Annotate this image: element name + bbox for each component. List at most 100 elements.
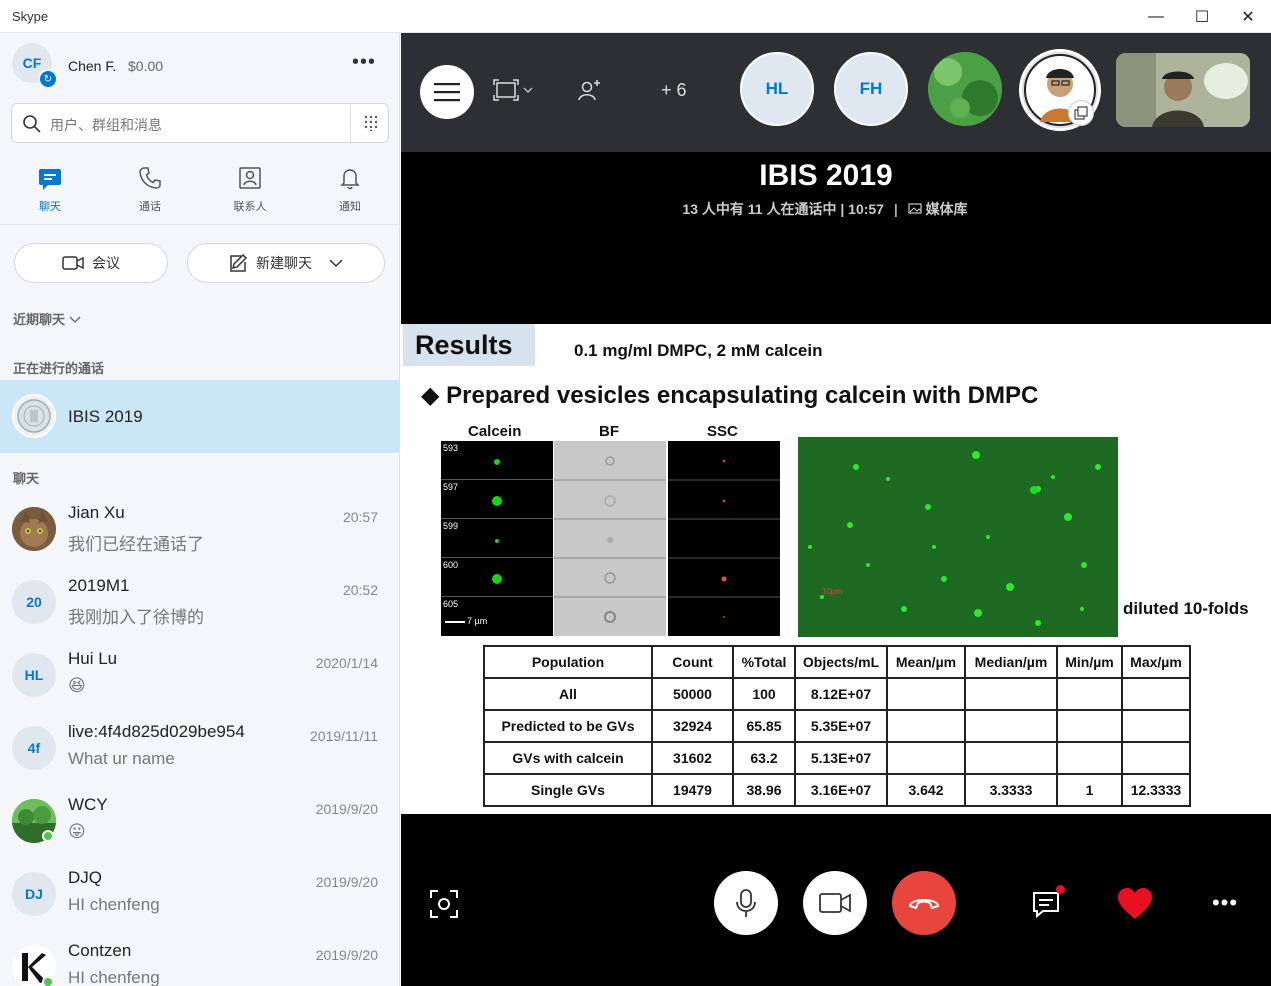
chat-preview: HI chenfeng [68, 968, 160, 986]
col-header-ssc: SSC [707, 423, 738, 440]
chat-name: Contzen [68, 941, 132, 960]
row-id: 600 [443, 560, 459, 570]
chat-list-item[interactable]: DJ DJQ HI chenfeng 2019/9/20 [0, 858, 399, 931]
results-table: Population Count %Total Objects/mL Mean/… [483, 645, 1191, 807]
meeting-button[interactable]: 会议 [14, 243, 168, 283]
chat-list-item[interactable]: Contzen HI chenfeng 2019/9/20 [0, 931, 399, 986]
table-cell [886, 741, 966, 775]
media-library-link[interactable]: 媒体库 [908, 201, 968, 217]
chevron-down-icon [329, 259, 343, 268]
group-avatar [12, 394, 56, 438]
chat-preview: What ur name [68, 749, 175, 768]
chat-list-item[interactable]: 20 2019M1 我刚加入了徐博的 20:52 [0, 566, 399, 639]
profile-balance[interactable]: $0.00 [128, 58, 163, 74]
cat-avatar [12, 507, 56, 551]
chat-toggle-button[interactable] [1029, 885, 1065, 921]
micrograph-scale-label: 10µm [822, 587, 843, 596]
more-participants-count[interactable]: + 6 [661, 73, 687, 107]
active-call-name: IBIS 2019 [68, 407, 143, 426]
slide-results-label: Results [403, 324, 535, 366]
chat-preview: 我刚加入了徐博的 [68, 608, 204, 627]
chat-name: Jian Xu [68, 503, 125, 522]
more-options-icon[interactable]: ••• [1205, 890, 1245, 915]
bf-image-panel [554, 441, 666, 636]
row-id: 597 [443, 482, 459, 492]
table-cell: GVs with calcein [483, 741, 653, 775]
ongoing-calls-label: 正在进行的通话 [13, 361, 105, 376]
chat-preview: 😆 [68, 676, 86, 695]
ssc-image-panel [668, 441, 780, 636]
recent-chats-label: 近期聊天 [13, 312, 66, 327]
contacts-icon [239, 167, 261, 189]
tab-calls[interactable]: 通话 [100, 161, 200, 225]
search-box[interactable]: 用户、群组和消息 [11, 103, 389, 143]
hamburger-icon [434, 83, 460, 102]
tab-notifications-label: 通知 [339, 201, 361, 213]
chat-list-item[interactable]: 4f live:4f4d825d029be954 What ur name 20… [0, 712, 399, 785]
minimize-button[interactable]: — [1133, 0, 1179, 33]
chat-time: 2020/1/14 [315, 655, 378, 671]
call-title: IBIS 2019 [759, 159, 893, 192]
close-button[interactable]: ✕ [1225, 0, 1271, 33]
microphone-icon [736, 889, 756, 917]
gallery-icon [908, 203, 922, 214]
chat-icon [39, 169, 61, 190]
call-subtitle: 13 人中有 11 人在通话中 | 10:57 | 媒体库 [682, 201, 968, 217]
row-id: 593 [443, 443, 459, 453]
heart-icon [1118, 888, 1152, 919]
profile-header: CF ↻ Chen F. $0.00 ••• [0, 33, 399, 99]
maximize-button[interactable]: ☐ [1179, 0, 1225, 33]
chat-list-item[interactable]: WCY 😛 2019/9/20 [0, 785, 399, 858]
tab-notifications[interactable]: 通知 [300, 161, 399, 225]
call-top-bar: + 6 HL FH [401, 33, 1271, 152]
table-cell [964, 677, 1058, 711]
new-chat-label: 新建聊天 [256, 255, 312, 271]
phone-icon [139, 167, 161, 189]
media-library-label: 媒体库 [925, 201, 968, 217]
table-cell: 5.35E+07 [794, 709, 888, 743]
initials-avatar: 20 [12, 580, 56, 624]
recent-chats-toggle[interactable]: 近期聊天 [13, 309, 81, 328]
table-cell: 31602 [651, 741, 734, 775]
participant-avatar[interactable]: FH [834, 52, 908, 126]
popout-icon[interactable] [1068, 100, 1094, 126]
participant-avatar[interactable]: HL [740, 52, 814, 126]
active-call-item[interactable]: IBIS 2019 [0, 380, 399, 453]
tab-chats[interactable]: 聊天 [0, 161, 100, 225]
tab-contacts[interactable]: 联系人 [200, 161, 300, 225]
col-header-calcein: Calcein [468, 423, 522, 440]
dialpad-icon[interactable] [350, 104, 390, 142]
profile-name[interactable]: Chen F. [68, 58, 116, 74]
video-button[interactable] [803, 871, 867, 935]
window-titlebar: Skype — ☐ ✕ [0, 0, 1271, 33]
chat-list-item[interactable]: HL Hui Lu 😆 2020/1/14 [0, 639, 399, 712]
table-cell: 12.3333 [1121, 773, 1191, 807]
table-cell: 32924 [651, 709, 734, 743]
table-header-cell: Median/µm [964, 645, 1058, 679]
unread-badge [1056, 885, 1065, 894]
table-header-cell: %Total [732, 645, 796, 679]
video-meeting-icon [62, 256, 84, 270]
table-cell [886, 709, 966, 743]
table-header-cell: Count [651, 645, 734, 679]
window-title: Skype [12, 9, 49, 24]
participant-video-tile[interactable] [1116, 53, 1250, 127]
add-participant-button[interactable] [576, 73, 602, 107]
menu-button[interactable] [420, 65, 474, 119]
search-input[interactable]: 用户、群组和消息 [50, 115, 162, 135]
microphone-button[interactable] [714, 871, 778, 935]
participant-photo-avatar[interactable] [928, 52, 1002, 126]
new-chat-button[interactable]: 新建聊天 [187, 243, 385, 283]
chat-list-item[interactable]: Jian Xu 我们已经在通话了 20:57 [0, 493, 399, 566]
table-cell [1056, 709, 1123, 743]
reaction-button[interactable] [1115, 885, 1155, 923]
hang-up-button[interactable] [892, 871, 956, 935]
table-cell: 3.16E+07 [794, 773, 888, 807]
table-cell [1056, 677, 1123, 711]
more-options-icon[interactable]: ••• [352, 51, 376, 74]
tab-calls-label: 通话 [139, 201, 161, 213]
call-status: 13 人中有 11 人在通话中 | 10:57 [682, 201, 884, 217]
table-cell: 1 [1056, 773, 1123, 807]
layout-button[interactable] [493, 73, 533, 107]
screenshot-button[interactable] [427, 887, 461, 921]
